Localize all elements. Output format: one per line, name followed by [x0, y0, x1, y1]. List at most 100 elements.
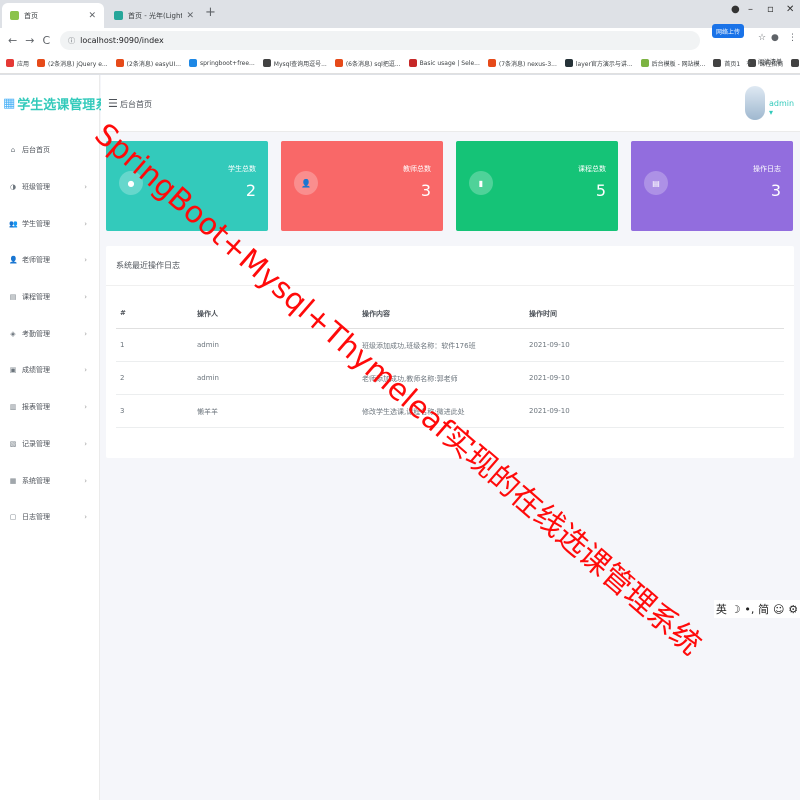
report-icon: ▥ [9, 403, 17, 412]
sidebar-item[interactable]: ▢ 日志管理 › [0, 499, 99, 536]
sidebar-item[interactable]: ▧ 记录管理 › [0, 426, 99, 463]
reading-list-button[interactable]: 阅读清单 [758, 57, 782, 66]
panel-title: 系统最近操作日志 [106, 246, 794, 286]
chevron-right-icon: › [84, 403, 87, 412]
back-button[interactable]: ← [8, 34, 17, 47]
stat-card-label: 操作日志 [753, 165, 781, 173]
new-tab-button[interactable]: + [205, 5, 216, 20]
stat-card[interactable]: ▮ 课程总数 5 [456, 141, 618, 231]
ime-language-toggle[interactable]: 英 [716, 601, 727, 617]
bookmark-item[interactable]: layer官方演示与讲... [564, 59, 633, 68]
sidebar-item-label: 学生管理 [22, 219, 50, 228]
tab-close-icon[interactable]: ✕ [186, 11, 194, 21]
users-icon: 👥 [9, 219, 18, 228]
sidebar-menu: ⌂ 后台首页 ◑ 班级管理 › 👥 学生管理 › 👤 老师管理 › ▤ 课程管理 › ◈ 考勤管理 › ▣ 成绩管理… [0, 132, 99, 536]
reload-button[interactable]: C [42, 34, 50, 47]
chevron-right-icon: › [84, 219, 87, 228]
stat-card-value: 3 [770, 181, 781, 200]
forward-button[interactable]: → [25, 34, 34, 47]
sidebar-item[interactable]: ◑ 班级管理 › [0, 169, 99, 206]
bookmark-item[interactable]: 新标签页 [791, 59, 800, 68]
sidebar-item[interactable]: 👤 老师管理 › [0, 242, 99, 279]
bookmark-star-icon[interactable]: ☆ [758, 33, 766, 43]
browser-tab-active[interactable]: 首页 ✕ [2, 3, 104, 28]
column-header: 操作时间 [529, 310, 557, 318]
column-header: 操作内容 [362, 310, 390, 318]
bookmark-item[interactable]: springboot+free... [189, 59, 255, 67]
stat-card[interactable]: ▤ 操作日志 3 [631, 141, 793, 231]
sidebar-item[interactable]: ⌂ 后台首页 [0, 132, 99, 169]
table-cell: 修改学生选课,课程名称:微进此处 [362, 408, 465, 416]
bookmark-item[interactable]: (6条消息) sql把逗... [334, 59, 401, 68]
sidebar-item[interactable]: ▤ 课程管理 › [0, 279, 99, 316]
chrome-profile-icon[interactable]: ● [731, 4, 740, 15]
bookmark-favicon-icon [115, 59, 124, 67]
user-dropdown[interactable]: admin ▾ [769, 99, 800, 117]
sidebar-item-label: 系统管理 [22, 476, 50, 485]
browser-menu-icon[interactable]: ⋮ [788, 33, 797, 43]
bookmarks-more-icon[interactable]: » [746, 58, 751, 67]
sidebar-item[interactable]: ▦ 系统管理 › [0, 462, 99, 499]
profile-avatar-icon[interactable]: ● [771, 33, 779, 43]
table-cell: 懒羊羊 [197, 408, 218, 416]
address-bar: ← → C ⓘ localhost:9090/index [0, 28, 800, 53]
bookmark-item[interactable]: (7条消息) nexus-3... [487, 59, 557, 68]
window-close-button[interactable]: ✕ [786, 4, 794, 15]
url-field[interactable]: ⓘ localhost:9090/index [60, 31, 701, 50]
sidebar-item-label: 后台首页 [22, 146, 50, 155]
browser-tab[interactable]: 首页 - 光年(Light Year Admin) ✕ [106, 3, 202, 28]
stat-card[interactable]: 👤 教师总数 3 [281, 141, 443, 231]
hamburger-menu-icon[interactable]: ☰ [108, 97, 118, 110]
sidebar-item[interactable]: 👥 学生管理 › [0, 205, 99, 242]
app-root: ▦ 学生选课管理系统 ⌂ 后台首页 ◑ 班级管理 › 👥 学生管理 › 👤 老师管理 › ▤ 课程管理 ›… [0, 75, 800, 800]
site-info-icon[interactable]: ⓘ [68, 36, 75, 46]
emoji-icon[interactable]: ☺ [773, 603, 784, 616]
bookmark-item[interactable]: (2条消息) easyUI... [115, 59, 181, 68]
student-icon: ● [119, 171, 143, 195]
sidebar-item[interactable]: ▥ 报表管理 › [0, 389, 99, 426]
bookmark-label: 后台模板 - 网站模... [651, 60, 706, 68]
sidebar-item[interactable]: ▣ 成绩管理 › [0, 352, 99, 389]
extension-upload-badge[interactable]: 网络上传 [712, 24, 745, 38]
app-logo[interactable]: ▦ 学生选课管理系统 [0, 75, 121, 132]
tab-favicon-icon [114, 11, 123, 20]
bookmark-favicon-icon [564, 59, 573, 67]
settings-icon[interactable]: ⚙ [788, 603, 798, 616]
bookmark-favicon-icon [487, 59, 496, 67]
tab-favicon-icon [10, 11, 19, 20]
chevron-right-icon: › [84, 476, 87, 485]
bookmark-item[interactable]: 首页1 [713, 59, 740, 68]
bookmark-item[interactable]: Mysql查询用逗号... [262, 59, 327, 68]
table-row: 2 admin 老师添加成功,教师名称:郭老师 2021-09-10 [116, 362, 784, 395]
bookmark-item[interactable]: (2条消息) jQuery e... [37, 59, 108, 68]
recent-log-panel: 系统最近操作日志 # 操作人 操作内容 操作时间 1 admin 班级添加成功,班级名称：软… [106, 246, 794, 458]
ime-simplified-toggle[interactable]: 简 [758, 601, 769, 617]
bookmark-favicon-icon [6, 59, 14, 67]
sidebar-item[interactable]: ◈ 考勤管理 › [0, 315, 99, 352]
table-cell: admin [197, 374, 219, 382]
stat-card[interactable]: ● 学生总数 2 [106, 141, 268, 231]
url-text: localhost:9090/index [80, 36, 164, 45]
attendance-icon: ◈ [10, 329, 16, 338]
bookmark-item[interactable]: 后台模板 - 网站模... [640, 59, 706, 68]
tab-title: 首页 - 光年(Light Year Admin) [128, 11, 183, 20]
bookmark-item[interactable]: Basic usage | Sele... [408, 59, 480, 67]
chevron-right-icon: › [84, 366, 87, 375]
avatar[interactable] [745, 86, 765, 120]
ime-toolbar: 英 ☽ •, 简 ☺ ⚙ [714, 600, 800, 618]
bookmark-item[interactable]: 应用 [6, 59, 29, 68]
sidebar-item-label: 班级管理 [22, 183, 50, 192]
table-cell: 2021-09-10 [529, 407, 570, 415]
moon-icon[interactable]: ☽ [731, 603, 741, 616]
chevron-right-icon: › [84, 439, 87, 448]
stat-card-value: 2 [245, 181, 256, 200]
tab-close-icon[interactable]: ✕ [88, 11, 96, 21]
minimize-button[interactable]: – [748, 4, 753, 15]
bookmark-favicon-icon [189, 59, 197, 67]
maximize-button[interactable]: ▫ [767, 4, 774, 15]
course-icon: ▮ [469, 171, 493, 195]
punctuation-icon[interactable]: •, [744, 603, 754, 616]
sidebar-item-label: 课程管理 [22, 293, 50, 302]
bookmark-label: Basic usage | Sele... [419, 59, 480, 67]
bookmark-favicon-icon [408, 59, 417, 67]
